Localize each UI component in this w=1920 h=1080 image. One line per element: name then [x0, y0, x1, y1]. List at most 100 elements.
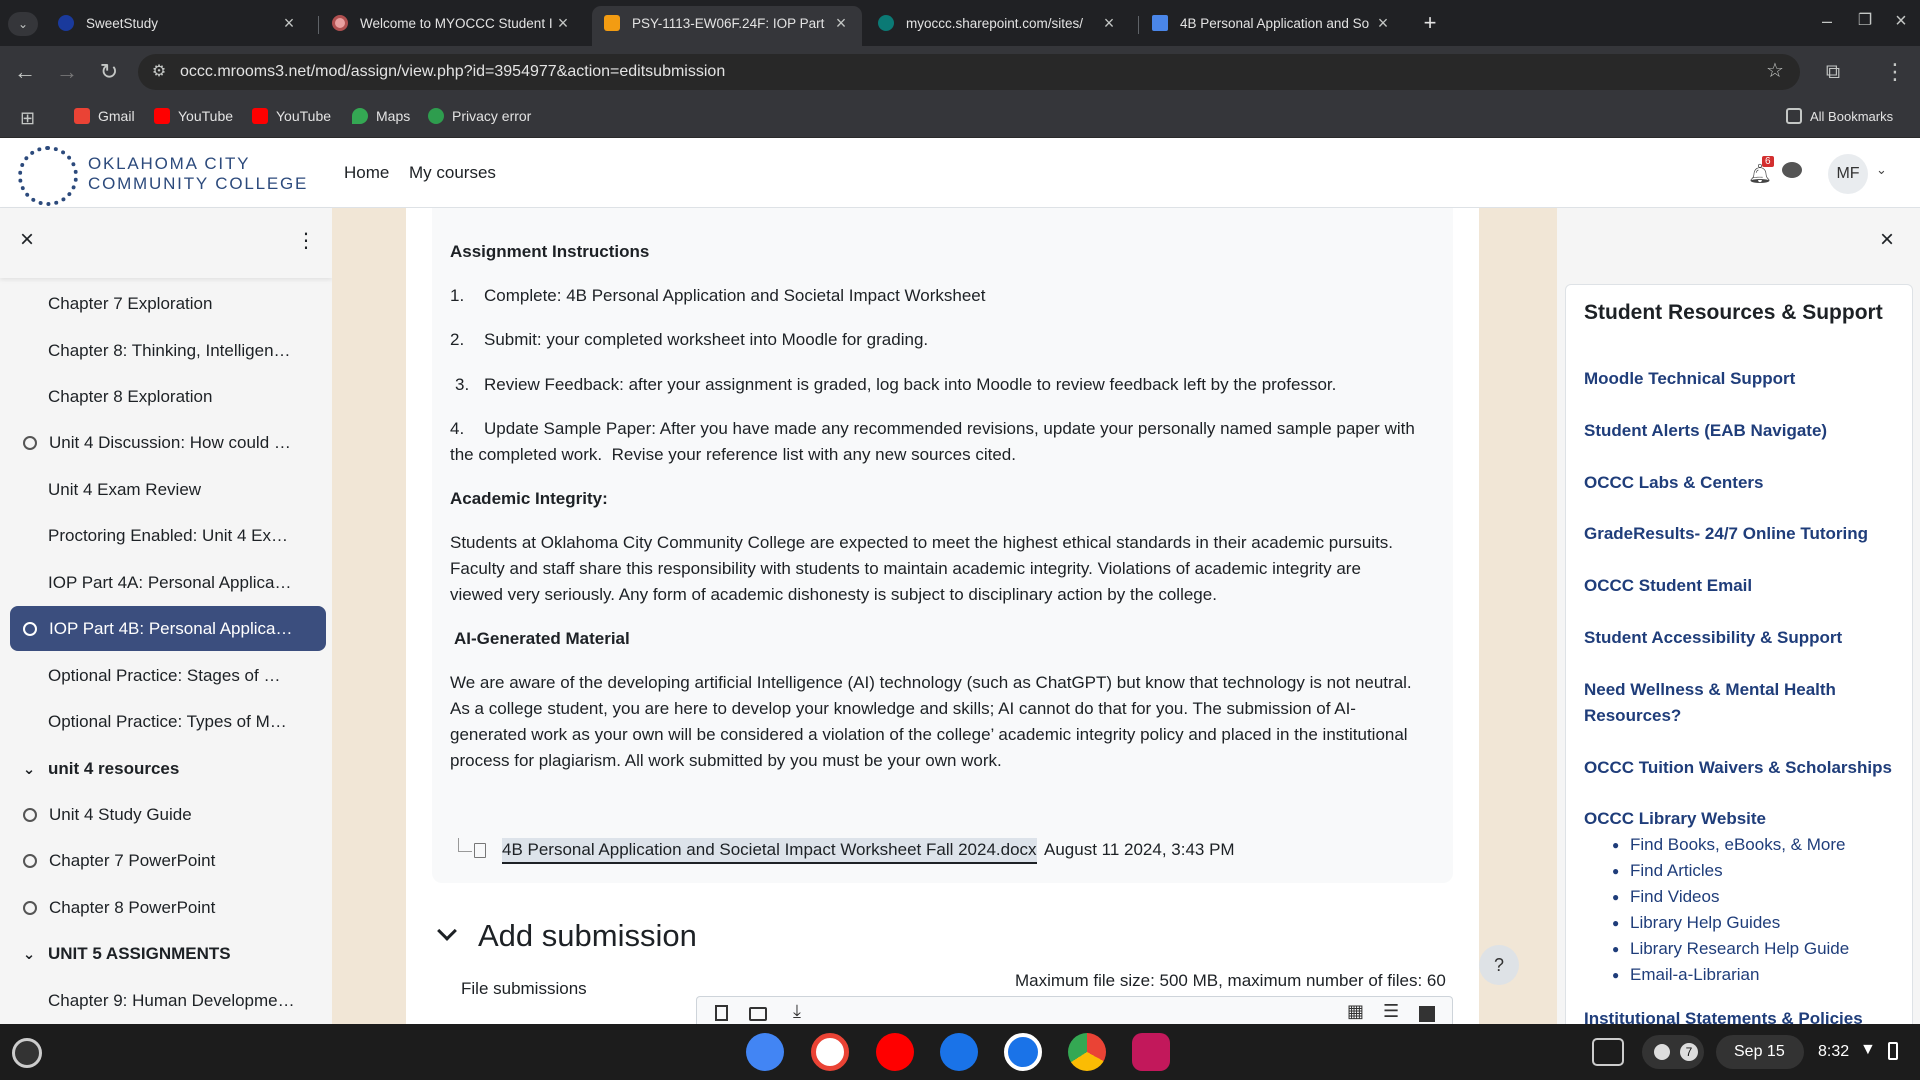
link-student-alerts[interactable]: Student Alerts (EAB Navigate) — [1584, 418, 1904, 444]
minimize-icon[interactable]: – — [1812, 10, 1842, 32]
bookmark-youtube[interactable]: YouTube — [154, 108, 233, 124]
course-index-item[interactable]: Chapter 7 Exploration — [10, 281, 326, 326]
extensions-icon[interactable]: ⧉ — [1818, 61, 1848, 83]
course-index-item[interactable]: IOP Part 4B: Personal Applica… — [10, 606, 326, 651]
link-institutional-statements[interactable]: Institutional Statements & Policies — [1584, 1006, 1904, 1024]
course-index-item[interactable]: Optional Practice: Stages of … — [10, 653, 326, 698]
youtube-app-icon[interactable] — [876, 1033, 914, 1071]
restore-icon[interactable]: ❐ — [1850, 10, 1880, 32]
close-tab-icon[interactable]: × — [280, 14, 298, 32]
wifi-icon[interactable]: ▼ — [1860, 1041, 1876, 1059]
tab-google-doc[interactable]: 4B Personal Application and So × — [1140, 6, 1404, 40]
tree-view-icon[interactable] — [1419, 1006, 1435, 1022]
launcher-icon[interactable] — [12, 1038, 42, 1068]
course-index-item[interactable]: Chapter 8 PowerPoint — [10, 885, 326, 930]
step-text: Review Feedback: after your assignment i… — [484, 375, 1337, 394]
course-index-item[interactable]: Chapter 9: Human Developme… — [10, 978, 326, 1023]
section-header[interactable]: ⌄ unit 4 resources — [10, 746, 326, 791]
chrome-app-icon[interactable] — [1068, 1033, 1106, 1071]
link-library-website[interactable]: OCCC Library Website — [1584, 806, 1904, 832]
course-index-label: Unit 4 Exam Review — [48, 479, 202, 499]
link-research-help-guide[interactable]: Library Research Help Guide — [1630, 936, 1849, 962]
site-info-icon[interactable]: ⚙ — [144, 61, 174, 83]
menu-kebab-icon[interactable]: ⋮ — [1880, 61, 1910, 83]
google-docs-app-icon[interactable] — [746, 1033, 784, 1071]
link-tuition-waivers[interactable]: OCCC Tuition Waivers & Scholarships — [1584, 755, 1904, 781]
tab-sharepoint[interactable]: myoccc.sharepoint.com/sites/ × — [866, 6, 1130, 40]
new-tab-icon[interactable]: + — [1415, 12, 1445, 34]
tab-myoccc[interactable]: Welcome to MYOCCC Student I × — [320, 6, 584, 40]
address-bar[interactable]: ⚙ occc.mrooms3.net/mod/assign/view.php?i… — [138, 54, 1800, 90]
grid-view-icon[interactable]: ▦ — [1347, 1001, 1364, 1022]
gmail-app-icon[interactable] — [811, 1033, 849, 1071]
section-header[interactable]: ⌄ UNIT 5 ASSIGNMENTS — [10, 931, 326, 976]
attached-file-link[interactable]: 4B Personal Application and Societal Imp… — [502, 838, 1037, 864]
close-window-icon[interactable]: × — [1886, 10, 1916, 32]
course-index-item[interactable]: Optional Practice: Types of M… — [10, 699, 326, 744]
google-docs-favicon — [1152, 15, 1168, 31]
link-labs-centers[interactable]: OCCC Labs & Centers — [1584, 470, 1904, 496]
step-text: Submit: your completed worksheet into Mo… — [484, 330, 929, 349]
link-accessibility[interactable]: Student Accessibility & Support — [1584, 625, 1904, 651]
close-tab-icon[interactable]: × — [1374, 14, 1392, 32]
close-block-drawer-icon[interactable]: × — [1880, 226, 1894, 254]
messages-app-icon[interactable] — [1004, 1033, 1042, 1071]
bookmark-label: Maps — [376, 108, 411, 124]
r-logo-icon — [428, 108, 444, 124]
forward-icon[interactable]: → — [52, 61, 82, 83]
link-student-email[interactable]: OCCC Student Email — [1584, 573, 1904, 599]
add-file-icon[interactable] — [715, 1005, 728, 1021]
course-index-item[interactable]: Unit 4 Exam Review — [10, 467, 326, 512]
list-view-icon[interactable]: ☰ — [1383, 1001, 1399, 1022]
messages-icon[interactable] — [1782, 162, 1802, 178]
course-index-item[interactable]: IOP Part 4A: Personal Applica… — [10, 560, 326, 605]
link-library-help-guides[interactable]: Library Help Guides — [1630, 910, 1780, 936]
close-tab-icon[interactable]: × — [1100, 14, 1118, 32]
download-icon[interactable]: ⤓ — [793, 1001, 801, 1022]
apps-grid-icon[interactable]: ⊞ — [20, 108, 35, 129]
link-wellness[interactable]: Need Wellness & Mental Health Resources? — [1584, 677, 1854, 729]
all-bookmarks[interactable]: All Bookmarks — [1786, 108, 1893, 124]
close-tab-icon[interactable]: × — [554, 14, 572, 32]
reload-icon[interactable]: ↻ — [94, 61, 124, 83]
link-online-tutoring[interactable]: GradeResults- 24/7 Online Tutoring — [1584, 521, 1904, 547]
course-index-item[interactable]: Chapter 8: Thinking, Intelligen… — [10, 328, 326, 373]
college-logo[interactable] — [18, 146, 78, 206]
course-index-item[interactable]: Unit 4 Study Guide — [10, 792, 326, 837]
create-folder-icon[interactable] — [749, 1007, 767, 1021]
course-index-item[interactable]: Unit 4 Discussion: How could … — [10, 420, 326, 465]
shelf-time[interactable]: 8:32 — [1818, 1043, 1849, 1061]
bookmark-star-icon[interactable]: ☆ — [1760, 60, 1790, 82]
link-find-books[interactable]: Find Books, eBooks, & More — [1630, 832, 1845, 858]
back-icon[interactable]: ← — [10, 61, 40, 83]
course-index-label: Chapter 8 Exploration — [48, 386, 213, 406]
tab-sweetstudy[interactable]: SweetStudy × — [46, 6, 310, 40]
gallery-app-icon[interactable] — [1132, 1033, 1170, 1071]
course-index-item[interactable]: Chapter 7 PowerPoint — [10, 838, 326, 883]
battery-icon[interactable] — [1888, 1042, 1898, 1060]
course-index-item[interactable]: Proctoring Enabled: Unit 4 Ex… — [10, 513, 326, 558]
tab-psy-course[interactable]: PSY-1113-EW06F.24F: IOP Part × — [592, 6, 862, 46]
step-number: 4. — [450, 419, 465, 438]
close-drawer-icon[interactable]: × — [20, 226, 34, 254]
course-index-item[interactable]: Chapter 8 Exploration — [10, 374, 326, 419]
nav-home[interactable]: Home — [344, 163, 389, 183]
nav-my-courses[interactable]: My courses — [409, 163, 496, 183]
link-moodle-tech-support[interactable]: Moodle Technical Support — [1584, 366, 1904, 392]
link-find-videos[interactable]: Find Videos — [1630, 884, 1719, 910]
link-find-articles[interactable]: Find Articles — [1630, 858, 1723, 884]
drawer-menu-kebab-icon[interactable]: ⋮ — [296, 228, 316, 253]
bookmark-gmail[interactable]: Gmail — [74, 108, 135, 124]
bullet: ● — [1612, 890, 1620, 904]
bookmark-youtube-2[interactable]: YouTube — [252, 108, 331, 124]
avatar[interactable]: MF — [1828, 154, 1868, 194]
bookmark-privacy-error[interactable]: Privacy error — [428, 108, 531, 124]
tab-search-icon[interactable]: ⌄ — [8, 12, 38, 36]
link-email-librarian[interactable]: Email-a-Librarian — [1630, 962, 1759, 988]
bookmark-maps[interactable]: Maps — [352, 108, 410, 124]
chevron-down-icon[interactable]: ⌄ — [1876, 162, 1887, 178]
files-app-icon[interactable] — [940, 1033, 978, 1071]
help-button[interactable]: ? — [1479, 945, 1519, 985]
close-tab-icon[interactable]: × — [832, 14, 850, 32]
screen-capture-icon[interactable] — [1592, 1038, 1624, 1066]
